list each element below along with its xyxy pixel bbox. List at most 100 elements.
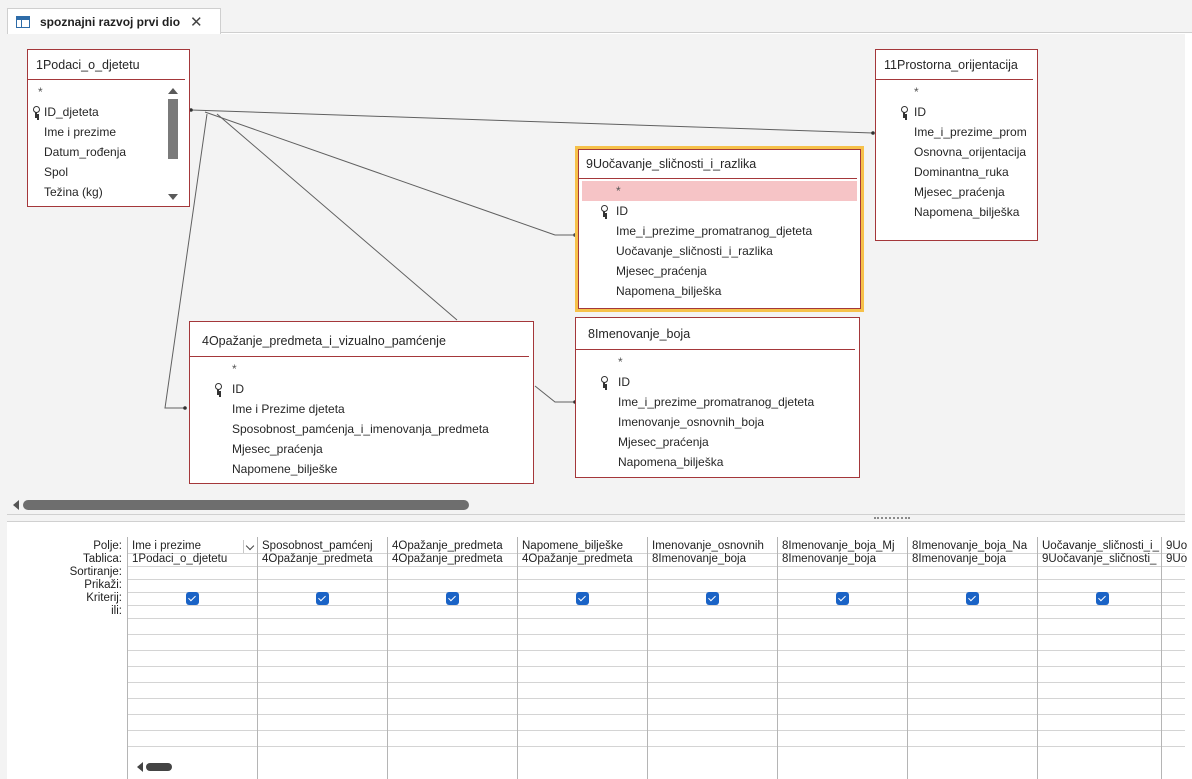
field-cell[interactable]: Ime i prezime [128,540,257,553]
field-all[interactable]: * [876,82,1037,102]
table-cell[interactable]: 4Opažanje_predmeta [518,553,647,566]
show-checkbox[interactable] [706,592,719,605]
document-tab[interactable]: spoznajni razvoj prvi dio ✕ [7,8,221,34]
scroll-thumb[interactable] [23,500,469,510]
field-all[interactable]: * [28,82,189,102]
field-item[interactable]: ID [578,201,861,221]
table-field-list[interactable]: 4Opažanje_predmeta_i_vizualno_pamćenje *… [189,321,534,484]
key-icon [214,383,222,395]
field-all[interactable]: * [576,352,859,372]
show-checkbox[interactable] [1096,592,1109,605]
show-checkbox[interactable] [966,592,979,605]
row-label-criteria: Kriterij: [86,592,122,604]
field-all[interactable]: * [582,181,857,201]
table-field-list-selected[interactable]: 9Uočavanje_sličnosti_i_razlika * ID Ime_… [575,146,864,312]
field-item[interactable]: Napomena_bilješka [876,202,1037,222]
table-cell[interactable]: 4Opažanje_predmeta [388,553,517,566]
table-cell[interactable]: 9Uočavanje_sličnosti_ [1038,553,1161,566]
table-cell[interactable]: 8Imenovanje_boja [908,553,1037,566]
chevron-down-icon[interactable] [243,540,257,553]
field-label: ID [616,204,628,218]
grid-column[interactable]: 9Uo 9Uo [1162,537,1192,779]
field-item[interactable]: Težina (kg) [28,182,189,202]
field-item[interactable]: Ime_i_prezime_prom [876,122,1037,142]
field-item[interactable]: Napomena_bilješka [578,281,861,301]
query-grid[interactable]: Ime i prezime 1Podaci_o_djetetu Sposobno… [127,537,1187,779]
field-cell[interactable]: 9Uo [1162,540,1192,553]
scroll-up-icon[interactable] [168,88,178,94]
grid-column[interactable]: 8Imenovanje_boja_Na 8Imenovanje_boja [908,537,1038,779]
field-item[interactable]: Sposobnost_pamćenja_i_imenovanja_predmet… [190,419,533,439]
show-checkbox[interactable] [836,592,849,605]
field-item[interactable]: Ime_i_prezime_promatranog_djeteta [576,392,859,412]
field-item[interactable]: ID [876,102,1037,122]
table-field-list[interactable]: 8Imenovanje_boja * ID Ime_i_prezime_prom… [575,317,860,478]
field-cell[interactable]: Napomene_bilješke [518,540,647,553]
field-cell[interactable]: 4Opažanje_predmeta [388,540,517,553]
table-cell[interactable]: 8Imenovanje_boja [648,553,777,566]
field-item[interactable]: Mjesec_praćenja [190,439,533,459]
table-cell[interactable]: 4Opažanje_predmeta [258,553,387,566]
field-cell[interactable]: Uočavanje_sličnosti_i_ [1038,540,1161,553]
query-design-canvas[interactable]: 1Podaci_o_djetetu * ID_djeteta Ime i pre… [7,34,1185,496]
table-field-list[interactable]: 11Prostorna_orijentacija * ID Ime_i_prez… [875,49,1038,241]
field-item[interactable]: Imenovanje_osnovnih_boja [576,412,859,432]
field-item[interactable]: Ime i Prezime djeteta [190,399,533,419]
show-checkbox[interactable] [316,592,329,605]
field-item[interactable]: Napomena_bilješka [576,452,859,472]
document-tab-bar: spoznajni razvoj prvi dio ✕ [7,8,1192,34]
field-all[interactable]: * [190,359,533,379]
table-title: 1Podaci_o_djetetu [28,50,185,80]
field-cell[interactable]: Imenovanje_osnovnih [648,540,777,553]
field-cell[interactable]: Sposobnost_pamćenj [258,540,387,553]
table-cell[interactable]: 9Uo [1162,553,1192,566]
row-label-table: Tablica: [83,553,122,565]
grid-column[interactable]: Imenovanje_osnovnih 8Imenovanje_boja [648,537,778,779]
field-cell[interactable]: 8Imenovanje_boja_Na [908,540,1037,553]
field-item[interactable]: Uočavanje_sličnosti_i_razlika [578,241,861,261]
field-item[interactable]: Napomene_bilješke [190,459,533,479]
grid-column[interactable]: Sposobnost_pamćenj 4Opažanje_predmeta [258,537,388,779]
grid-column[interactable]: 4Opažanje_predmeta 4Opažanje_predmeta [388,537,518,779]
field-item[interactable]: ID_djeteta [28,102,189,122]
field-cell[interactable]: 8Imenovanje_boja_Mj [778,540,907,553]
field-list-scrollbar[interactable] [167,88,179,208]
canvas-horizontal-scrollbar[interactable] [7,496,1185,514]
field-item[interactable]: ID [576,372,859,392]
show-checkbox[interactable] [446,592,459,605]
scroll-left-icon[interactable] [13,500,19,510]
grid-column[interactable]: Napomene_bilješke 4Opažanje_predmeta [518,537,648,779]
field-item[interactable]: Osnovna_orijentacija [876,142,1037,162]
field-item[interactable]: ID [190,379,533,399]
show-checkbox[interactable] [186,592,199,605]
field-item[interactable]: Mjesec_praćenja [578,261,861,281]
scroll-thumb[interactable] [168,99,178,159]
splitter-grip-icon[interactable] [874,517,910,519]
field-item[interactable]: Ime_i_prezime_promatranog_djeteta [578,221,861,241]
scroll-thumb[interactable] [146,763,172,771]
field-item[interactable]: Mjesec_praćenja [576,432,859,452]
scroll-left-icon[interactable] [137,762,143,772]
table-cell[interactable]: 8Imenovanje_boja [778,553,907,566]
field-item[interactable]: Mjesec_praćenja [876,182,1037,202]
join-endpoint [183,406,187,410]
table-cell[interactable]: 1Podaci_o_djetetu [128,553,257,566]
pane-splitter[interactable] [7,514,1185,522]
scroll-down-icon[interactable] [168,194,178,200]
field-item[interactable]: Spol [28,162,189,182]
key-icon [600,376,608,388]
field-item[interactable]: Datum_rođenja [28,142,189,162]
grid-column[interactable]: 8Imenovanje_boja_Mj 8Imenovanje_boja [778,537,908,779]
tab-title: spoznajni razvoj prvi dio [40,14,181,29]
grid-column[interactable]: Uočavanje_sličnosti_i_ 9Uočavanje_slično… [1038,537,1162,779]
field-item[interactable]: Dominantna_ruka [876,162,1037,182]
table-title: 4Opažanje_predmeta_i_vizualno_pamćenje [190,322,529,357]
table-title: 11Prostorna_orijentacija [876,50,1033,80]
show-checkbox[interactable] [576,592,589,605]
grid-column[interactable]: Ime i prezime 1Podaci_o_djetetu [128,537,258,779]
grid-horizontal-scrollbar[interactable] [137,761,173,773]
key-icon [600,205,608,217]
close-icon[interactable]: ✕ [190,13,203,31]
field-item[interactable]: Ime i prezime [28,122,189,142]
table-field-list[interactable]: 1Podaci_o_djetetu * ID_djeteta Ime i pre… [27,49,190,207]
